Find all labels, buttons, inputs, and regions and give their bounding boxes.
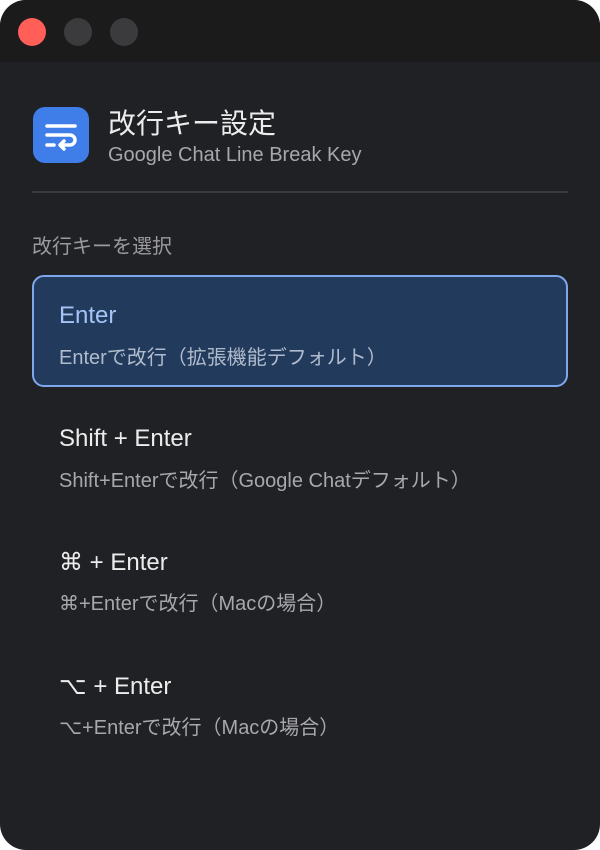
settings-window: 改行キー設定 Google Chat Line Break Key 改行キーを選… [0, 0, 600, 850]
option-description: Enterで改行（拡張機能デフォルト） [59, 347, 387, 369]
divider [32, 191, 568, 193]
section-label: 改行キーを選択 [32, 236, 172, 258]
page-title: 改行キー設定 [108, 108, 277, 139]
option-description: Shift+Enterで改行（Google Chatデフォルト） [59, 470, 471, 492]
minimize-window-button[interactable] [64, 18, 92, 46]
text-wrap-icon [33, 107, 89, 163]
option-description: ⌘+Enterで改行（Macの場合） [59, 593, 337, 615]
zoom-window-button[interactable] [110, 18, 138, 46]
option-title: Shift + Enter [59, 425, 192, 452]
option-title: ⌘ + Enter [59, 549, 168, 576]
title-bar [0, 0, 600, 62]
page-subtitle: Google Chat Line Break Key [108, 144, 362, 166]
option-option-enter[interactable]: ⌥ + Enter ⌥+Enterで改行（Macの場合） [32, 645, 568, 757]
option-enter[interactable]: Enter Enterで改行（拡張機能デフォルト） [32, 275, 568, 387]
option-shift-enter[interactable]: Shift + Enter Shift+Enterで改行（Google Chat… [32, 398, 568, 510]
option-cmd-enter[interactable]: ⌘ + Enter ⌘+Enterで改行（Macの場合） [32, 521, 568, 633]
option-description: ⌥+Enterで改行（Macの場合） [59, 717, 340, 739]
close-window-button[interactable] [18, 18, 46, 46]
option-title: Enter [59, 302, 117, 329]
option-title: ⌥ + Enter [59, 673, 172, 700]
